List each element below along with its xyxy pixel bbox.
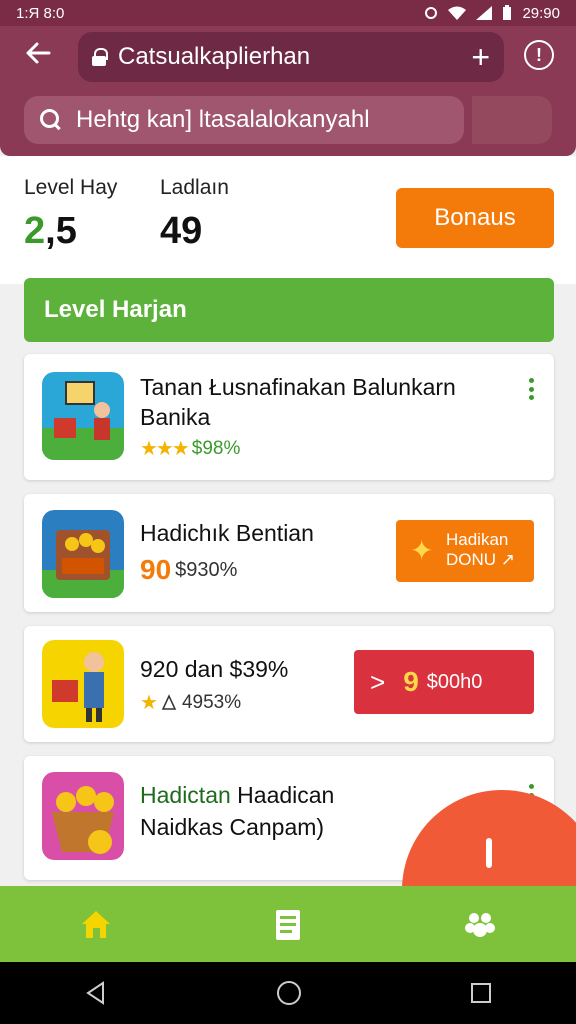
info-icon[interactable]: ! [524, 40, 554, 70]
sparkle-icon: ✦ [410, 535, 434, 566]
status-bar: 1:Я 8:0 29:90 [0, 0, 576, 26]
list-item[interactable]: Tanan Łusnafinakan Balunkarn Banika ★★★ … [24, 354, 554, 480]
lock-icon [92, 48, 108, 66]
star-icon: ★ [140, 692, 158, 714]
level-value-rest: ,5 [45, 210, 77, 252]
star-rating-icon: ★★★ [140, 438, 190, 460]
card-badge: 90 [140, 554, 172, 585]
card-meta: 90 $930% [140, 554, 237, 586]
more-options-icon[interactable] [528, 378, 534, 400]
paw-icon[interactable] [460, 904, 500, 944]
gift-person-icon [42, 640, 124, 728]
list-item[interactable]: 920 dan $39% ★ 4953% > 9 $00h0 [24, 626, 554, 742]
recents-square-icon[interactable] [469, 981, 493, 1005]
search-extension [472, 96, 552, 144]
section-header: Level Harjan [24, 278, 554, 342]
level-stat: Level Hay 2,5 [24, 176, 117, 253]
url-text: Catsualkaplierhan [118, 43, 311, 70]
chevron-right-icon: > [370, 666, 386, 697]
back-triangle-icon[interactable] [83, 980, 109, 1006]
status-icons: 29:90 [424, 5, 560, 22]
treasure-chest-icon [42, 510, 124, 598]
level-value: 2,5 [24, 210, 117, 253]
card-meta-value: $930% [175, 558, 238, 581]
card-title: Tanan Łusnafinakan Balunkarn Banika [140, 374, 456, 430]
ladder-stat: Ladlaın 49 [160, 176, 229, 253]
play-button[interactable]: > 9 $00h0 [354, 650, 534, 714]
system-navigation [0, 962, 576, 1024]
alarm-icon [425, 7, 438, 19]
search-input[interactable]: Hehtg kan] ltasalalokanyahl [24, 96, 464, 144]
bottom-navigation [0, 886, 576, 962]
play-badge: 9 [403, 666, 419, 697]
exclamation-icon [486, 838, 492, 868]
signal-icon [476, 6, 493, 20]
coin-basket-icon [42, 772, 124, 860]
play-label: $00h0 [426, 670, 483, 693]
plus-icon[interactable]: + [471, 41, 490, 73]
card-title-rest: Haadican [230, 782, 335, 808]
bonus-button[interactable]: Bonaus [396, 188, 554, 248]
claim-bonus-label: Hadikan DONU ↗ [446, 530, 516, 569]
browser-toolbar: Catsualkaplierhan + ! Hehtg kan] ltasala… [0, 26, 576, 156]
bell-icon [161, 693, 177, 710]
card-rating-value: $98% [191, 437, 241, 459]
list-icon[interactable] [268, 904, 308, 944]
card-meta-value: 4953% [181, 691, 242, 713]
search-placeholder: Hehtg kan] ltasalalokanyahl [76, 106, 370, 133]
status-clock-right: 29:90 [522, 4, 560, 22]
level-value-main: 2 [24, 210, 46, 252]
level-label: Level Hay [24, 176, 118, 199]
status-time: 1:Я 8:0 [16, 4, 65, 22]
back-arrow-icon[interactable] [20, 38, 56, 74]
home-icon[interactable] [76, 904, 116, 944]
card-title-bold: Hadictan [140, 782, 231, 808]
search-icon [40, 109, 62, 131]
list-item[interactable]: Hadichık Bentian 90 $930% ✦ Hadikan DONU… [24, 494, 554, 612]
card-rating: ★★★ $98% [140, 436, 240, 461]
address-bar[interactable]: Catsualkaplierhan + [78, 32, 504, 82]
card-meta: ★ 4953% [140, 690, 241, 715]
ladder-value: 49 [160, 210, 203, 252]
shop-game-icon [42, 372, 124, 460]
stats-panel: Level Hay 2,5 Ladlaın 49 Bonaus [0, 156, 576, 284]
claim-bonus-button[interactable]: ✦ Hadikan DONU ↗ [396, 520, 534, 582]
home-circle-icon[interactable] [275, 979, 303, 1007]
ladder-label: Ladlaın [160, 176, 229, 199]
battery-icon [503, 5, 512, 20]
wifi-icon [448, 6, 467, 20]
